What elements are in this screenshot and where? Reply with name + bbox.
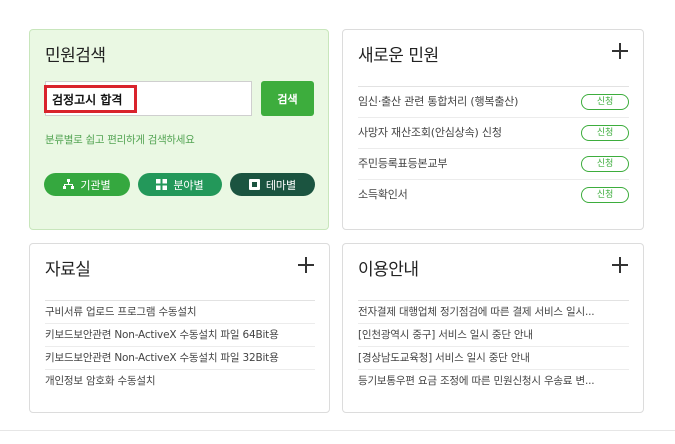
apply-badge[interactable]: 신청 <box>581 156 629 172</box>
guide-list: 전자결제 대행업체 정기점검에 따른 결제 서비스 일시... [인천광역시 중… <box>358 300 629 393</box>
list-item[interactable]: 전자결제 대행업체 정기점검에 따른 결제 서비스 일시... <box>358 301 629 324</box>
filter-by-theme-button[interactable]: 테마별 <box>230 173 315 196</box>
list-item[interactable]: 키보드보안관련 Non-ActiveX 수동설치 파일 64Bit용 <box>45 324 315 347</box>
new-services-panel: 새로운 민원 임신·출산 관련 통합처리 (행복출산) 신청 사망자 재산조회(안… <box>342 29 644 230</box>
downloads-list: 구비서류 업로드 프로그램 수동설치 키보드보안관련 Non-ActiveX 수… <box>45 300 315 393</box>
downloads-title: 자료실 <box>45 260 91 280</box>
search-panel: 민원검색 검색 분류별로 쉽고 편리하게 검색하세요 기관별 분야별 테마별 <box>29 29 329 230</box>
divider <box>0 430 675 431</box>
search-hint: 분류별로 쉽고 편리하게 검색하세요 <box>45 134 195 146</box>
org-chart-icon <box>63 179 75 190</box>
list-item-label: 소득확인서 <box>358 188 408 201</box>
apply-badge[interactable]: 신청 <box>581 125 629 141</box>
filter-label: 기관별 <box>80 178 111 192</box>
theme-icon <box>248 179 260 190</box>
more-plus-icon[interactable] <box>611 42 629 60</box>
list-item[interactable]: 구비서류 업로드 프로그램 수동설치 <box>45 301 315 324</box>
filter-by-field-button[interactable]: 분야별 <box>138 173 222 196</box>
filter-label: 테마별 <box>265 178 297 192</box>
list-item[interactable]: 소득확인서 신청 <box>358 180 629 211</box>
search-input[interactable] <box>44 85 137 113</box>
list-item-label: 사망자 재산조회(안심상속) 신청 <box>358 126 502 139</box>
more-plus-icon[interactable] <box>297 256 315 274</box>
apply-badge[interactable]: 신청 <box>581 187 629 203</box>
list-item[interactable]: 등기보통우편 요금 조정에 따른 민원신청시 우송료 변... <box>358 370 629 393</box>
list-item[interactable]: [인천광역시 중구] 서비스 일시 중단 안내 <box>358 324 629 347</box>
list-item[interactable]: 키보드보안관련 Non-ActiveX 수동설치 파일 32Bit용 <box>45 347 315 370</box>
list-item[interactable]: [경상남도교육청] 서비스 일시 중단 안내 <box>358 347 629 370</box>
grid-icon <box>156 179 168 190</box>
filter-label: 분야별 <box>173 178 204 192</box>
filter-by-organization-button[interactable]: 기관별 <box>44 173 130 196</box>
guide-title: 이용안내 <box>358 260 419 280</box>
list-item-label: 주민등록표등본교부 <box>358 157 448 170</box>
list-item[interactable]: 주민등록표등본교부 신청 <box>358 149 629 180</box>
guide-panel: 이용안내 전자결제 대행업체 정기점검에 따른 결제 서비스 일시... [인천… <box>342 243 644 413</box>
search-button[interactable]: 검색 <box>261 81 314 116</box>
search-panel-title: 민원검색 <box>45 46 106 66</box>
list-item[interactable]: 개인정보 암호화 수동설치 <box>45 370 315 393</box>
downloads-panel: 자료실 구비서류 업로드 프로그램 수동설치 키보드보안관련 Non-Activ… <box>29 243 330 413</box>
list-item-label: 임신·출산 관련 통합처리 (행복출산) <box>358 95 519 108</box>
new-services-list: 임신·출산 관련 통합처리 (행복출산) 신청 사망자 재산조회(안심상속) 신청… <box>358 86 629 211</box>
more-plus-icon[interactable] <box>611 256 629 274</box>
list-item[interactable]: 사망자 재산조회(안심상속) 신청 신청 <box>358 118 629 149</box>
new-services-title: 새로운 민원 <box>358 46 439 66</box>
list-item[interactable]: 임신·출산 관련 통합처리 (행복출산) 신청 <box>358 87 629 118</box>
apply-badge[interactable]: 신청 <box>581 94 629 110</box>
